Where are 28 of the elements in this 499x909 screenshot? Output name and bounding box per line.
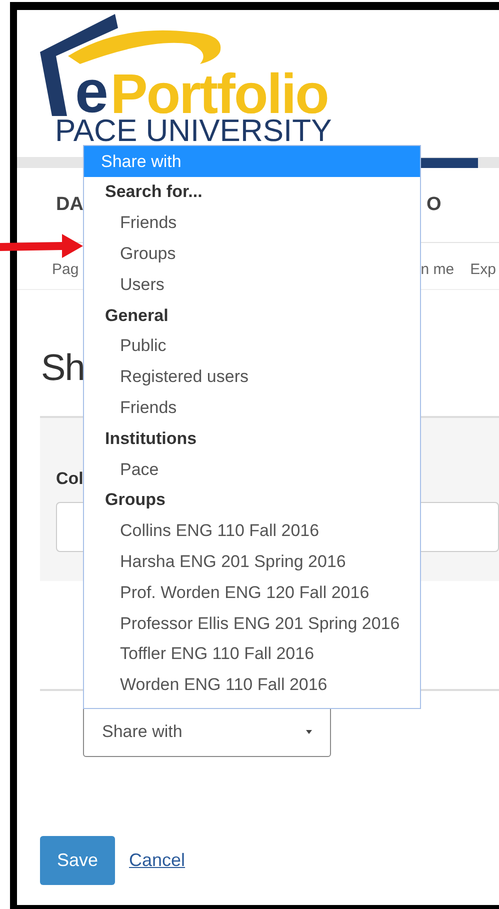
dropdown-option[interactable]: Users bbox=[84, 269, 420, 300]
caret-icon bbox=[306, 730, 312, 734]
nav-accent-bar bbox=[420, 158, 478, 168]
dropdown-option[interactable]: Public bbox=[84, 330, 420, 362]
dropdown-option[interactable]: Friends bbox=[84, 208, 420, 238]
field-label: Col bbox=[56, 468, 84, 490]
sub-nav-link[interactable]: n me bbox=[420, 259, 454, 282]
dropdown-option[interactable]: Harsha ENG 201 Spring 2016 bbox=[84, 546, 420, 578]
dropdown-option[interactable]: Collins ENG 110 Fall 2016 bbox=[84, 516, 420, 546]
sub-nav-link[interactable]: Exp bbox=[470, 259, 496, 282]
sub-nav-link[interactable]: Pag bbox=[52, 259, 79, 282]
dropdown-option[interactable]: Pace bbox=[84, 454, 420, 485]
dropdown-option[interactable]: Worden ENG 110 Fall 2016 bbox=[84, 670, 420, 700]
dropdown-option[interactable]: Groups bbox=[84, 238, 420, 270]
save-button[interactable]: Save bbox=[40, 836, 115, 885]
option-group-label: Search for... bbox=[104, 181, 204, 204]
nav-tab[interactable]: O bbox=[426, 190, 442, 220]
option-group-label: General bbox=[104, 304, 170, 327]
option-group-label: Groups bbox=[104, 489, 166, 512]
dropdown-option[interactable]: Prof. Worden ENG 120 Fall 2016 bbox=[84, 577, 420, 608]
dropdown-option[interactable]: Toffler ENG 110 Fall 2016 bbox=[84, 638, 420, 670]
dropdown-option[interactable]: Professor Ellis ENG 201 Spring 2016 bbox=[84, 608, 420, 639]
dropdown-option[interactable]: Registered users bbox=[84, 362, 420, 392]
option-group-label: Institutions bbox=[104, 428, 198, 450]
nav-tab[interactable]: DA bbox=[56, 190, 84, 220]
cancel-link[interactable]: Cancel bbox=[129, 847, 186, 874]
dropdown-option[interactable]: Friends bbox=[84, 392, 420, 424]
page-heading: Sh bbox=[41, 346, 84, 390]
